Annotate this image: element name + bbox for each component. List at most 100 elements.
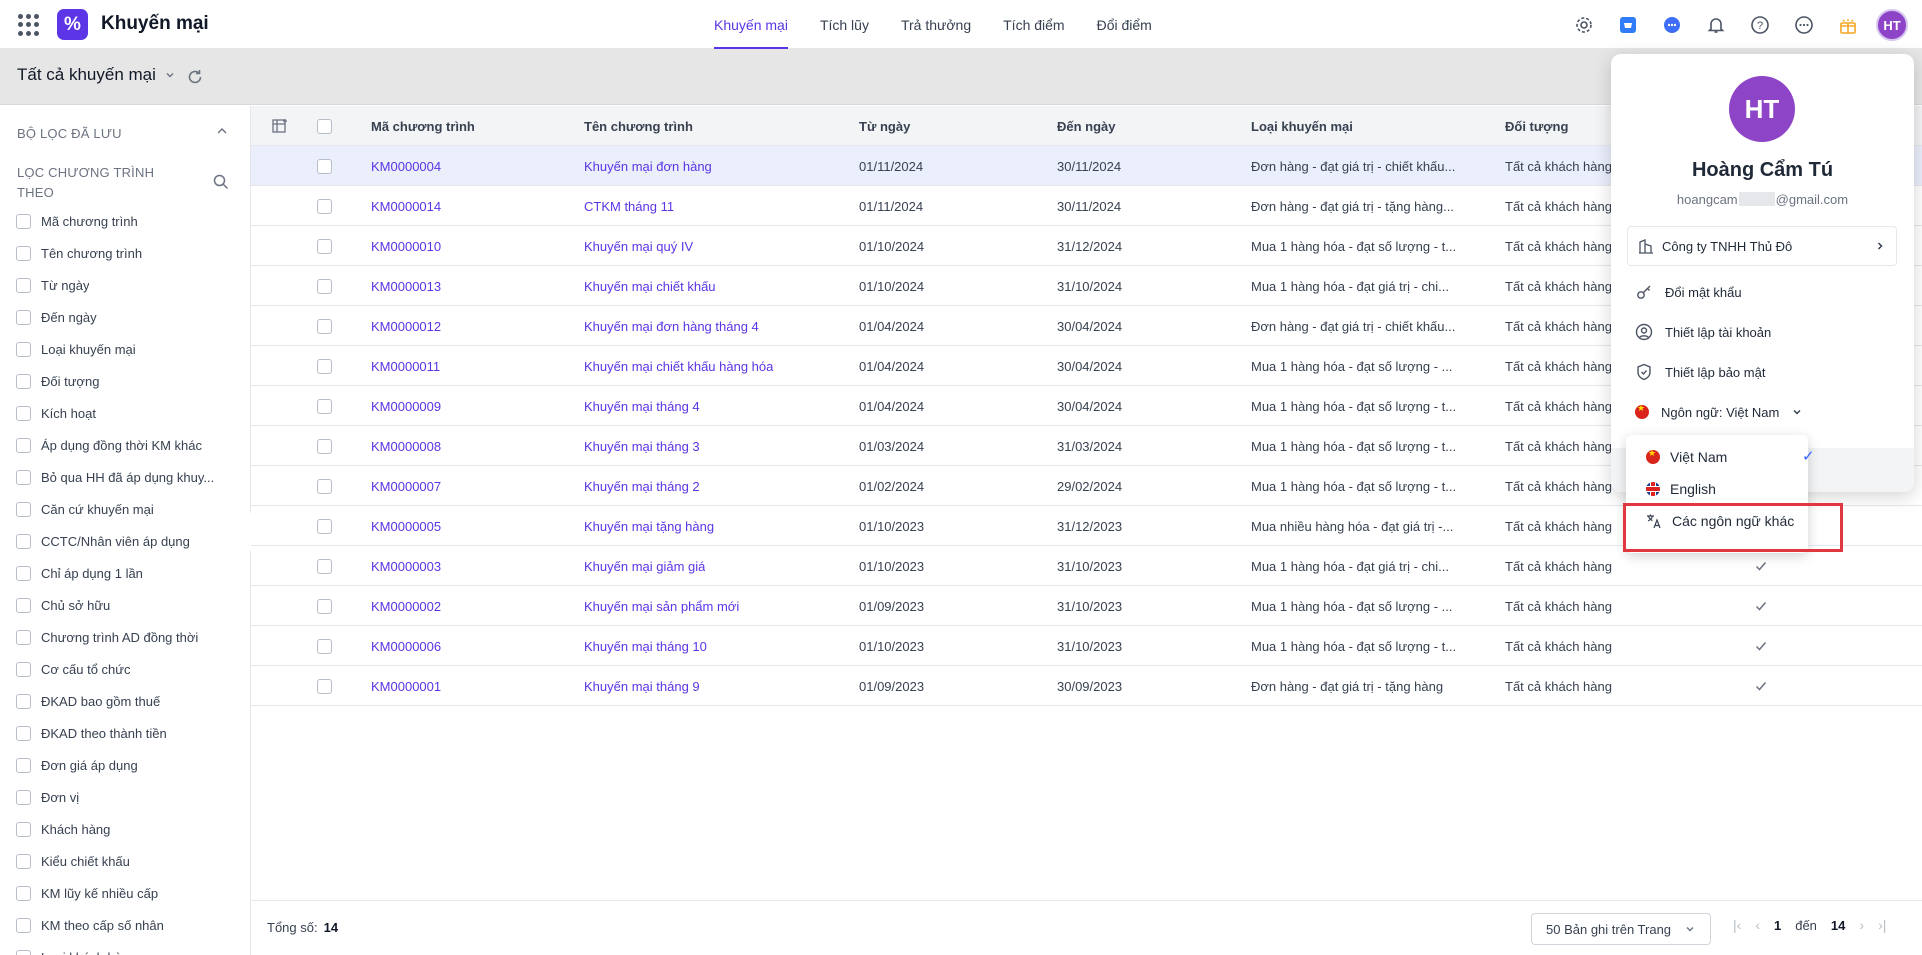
filter-field-item[interactable]: Đối tượng — [16, 365, 246, 397]
column-header-target[interactable]: Đối tượng — [1505, 106, 1568, 146]
language-selector[interactable]: Ngôn ngữ: Việt Nam — [1635, 392, 1895, 432]
cell-code[interactable]: KM0000011 — [371, 346, 440, 386]
filter-field-item[interactable]: Cơ cấu tổ chức — [16, 653, 246, 685]
cell-code[interactable]: KM0000007 — [371, 466, 441, 506]
filter-checkbox[interactable] — [16, 789, 31, 805]
filter-checkbox[interactable] — [16, 853, 31, 869]
row-checkbox[interactable] — [317, 506, 332, 546]
tab-tich-luy[interactable]: Tích lũy — [804, 0, 885, 49]
app-grid-icon[interactable] — [18, 14, 40, 36]
tab-tich-diem[interactable]: Tích điểm — [987, 0, 1080, 49]
filter-field-item[interactable]: Chỉ áp dụng 1 lần — [16, 557, 246, 589]
help-icon[interactable]: ? — [1744, 9, 1776, 41]
filter-checkbox[interactable] — [16, 469, 31, 485]
cell-name[interactable]: Khuyến mại giảm giá — [584, 546, 705, 586]
column-header-name[interactable]: Tên chương trình — [584, 106, 693, 146]
last-page-icon[interactable]: ›| — [1878, 917, 1886, 933]
filter-checkbox[interactable] — [16, 213, 31, 229]
filter-checkbox[interactable] — [16, 917, 31, 933]
chat-icon[interactable] — [1656, 9, 1688, 41]
cell-name[interactable]: Khuyến mại chiết khấu hàng hóa — [584, 346, 773, 386]
refresh-icon[interactable] — [185, 67, 205, 87]
table-row[interactable]: KM0000001 Khuyến mại tháng 9 01/09/2023 30/… — [251, 666, 1922, 706]
cell-code[interactable]: KM0000014 — [371, 186, 441, 226]
view-selector[interactable]: Tất cả khuyến mại — [17, 65, 176, 85]
column-header-type[interactable]: Loại khuyến mại — [1251, 106, 1353, 146]
cell-name[interactable]: Khuyến mại tháng 10 — [584, 626, 707, 666]
filter-checkbox[interactable] — [16, 821, 31, 837]
change-password-item[interactable]: Đổi mật khẩu — [1635, 272, 1895, 312]
filter-field-item[interactable]: Khách hàng — [16, 813, 246, 845]
filter-checkbox[interactable] — [16, 341, 31, 357]
cell-code[interactable]: KM0000012 — [371, 306, 441, 346]
cell-name[interactable]: Khuyến mại tháng 3 — [584, 426, 700, 466]
row-checkbox[interactable] — [317, 546, 332, 586]
filter-field-item[interactable]: Tên chương trình — [16, 237, 246, 269]
filter-field-item[interactable]: Đơn giá áp dụng — [16, 749, 246, 781]
cell-name[interactable]: Khuyến mại đơn hàng — [584, 146, 712, 186]
filter-checkbox[interactable] — [16, 693, 31, 709]
table-row[interactable]: KM0000002 Khuyến mại sản phẩm mới 01/09/20… — [251, 586, 1922, 626]
filter-checkbox[interactable] — [16, 949, 31, 955]
row-checkbox[interactable] — [317, 626, 332, 666]
column-header-from-date[interactable]: Từ ngày — [859, 106, 910, 146]
filter-checkbox[interactable] — [16, 565, 31, 581]
filter-checkbox[interactable] — [16, 373, 31, 389]
row-checkbox[interactable] — [317, 226, 332, 266]
filter-field-item[interactable]: Kích hoạt — [16, 397, 246, 429]
filter-field-item[interactable]: KM lũy kế nhiều cấp — [16, 877, 246, 909]
row-checkbox[interactable] — [317, 466, 332, 506]
filter-checkbox[interactable] — [16, 757, 31, 773]
filter-checkbox[interactable] — [16, 885, 31, 901]
cell-code[interactable]: KM0000008 — [371, 426, 441, 466]
cell-name[interactable]: Khuyến mại đơn hàng tháng 4 — [584, 306, 759, 346]
filter-field-item[interactable]: Áp dụng đồng thời KM khác — [16, 429, 246, 461]
bell-icon[interactable] — [1700, 9, 1732, 41]
filter-field-item[interactable]: Đơn vị — [16, 781, 246, 813]
more-icon[interactable] — [1788, 9, 1820, 41]
filter-field-item[interactable]: Căn cứ khuyến mại — [16, 493, 246, 525]
column-header-to-date[interactable]: Đến ngày — [1057, 106, 1116, 146]
cell-code[interactable]: KM0000005 — [371, 506, 441, 546]
filter-field-item[interactable]: Loại khuyến mại — [16, 333, 246, 365]
filter-checkbox[interactable] — [16, 661, 31, 677]
language-option-vietnam[interactable]: Việt Nam ✓ — [1626, 441, 1815, 473]
cell-code[interactable]: KM0000010 — [371, 226, 441, 266]
cell-name[interactable]: Khuyến mại tháng 2 — [584, 466, 700, 506]
filter-checkbox[interactable] — [16, 405, 31, 421]
next-page-icon[interactable]: › — [1859, 917, 1864, 933]
filter-field-item[interactable]: KM theo cấp số nhân — [16, 909, 246, 941]
filter-field-item[interactable]: Kiểu chiết khấu — [16, 845, 246, 877]
filter-field-item[interactable]: Mã chương trình — [16, 205, 246, 237]
cell-code[interactable]: KM0000001 — [371, 666, 441, 706]
cell-code[interactable]: KM0000002 — [371, 586, 441, 626]
language-option-english[interactable]: English — [1626, 473, 1808, 505]
column-header-code[interactable]: Mã chương trình — [371, 106, 475, 146]
filter-checkbox[interactable] — [16, 533, 31, 549]
row-checkbox[interactable] — [317, 146, 332, 186]
cell-name[interactable]: Khuyến mại quý IV — [584, 226, 693, 266]
page-size-select[interactable]: 50 Bản ghi trên Trang — [1531, 913, 1711, 945]
cell-name[interactable]: Khuyến mại sản phẩm mới — [584, 586, 739, 626]
select-all-checkbox[interactable] — [317, 106, 332, 146]
company-selector[interactable]: Công ty TNHH Thủ Đô — [1627, 226, 1897, 266]
filter-field-item[interactable]: Chương trình AD đồng thời — [16, 621, 246, 653]
cell-code[interactable]: KM0000009 — [371, 386, 441, 426]
account-settings-item[interactable]: Thiết lập tài khoản — [1635, 312, 1895, 352]
cell-code[interactable]: KM0000004 — [371, 146, 441, 186]
tab-doi-diem[interactable]: Đổi điểm — [1081, 0, 1168, 49]
cell-name[interactable]: Khuyến mại tháng 4 — [584, 386, 700, 426]
row-checkbox[interactable] — [317, 186, 332, 226]
filter-field-item[interactable]: Đến ngày — [16, 301, 246, 333]
filter-checkbox[interactable] — [16, 597, 31, 613]
gear-icon[interactable] — [1568, 9, 1600, 41]
filter-field-item[interactable]: CCTC/Nhân viên áp dụng — [16, 525, 246, 557]
cell-name[interactable]: CTKM tháng 11 — [584, 186, 674, 226]
cell-code[interactable]: KM0000006 — [371, 626, 441, 666]
chevron-up-icon[interactable] — [214, 123, 230, 139]
row-checkbox[interactable] — [317, 346, 332, 386]
cell-code[interactable]: KM0000013 — [371, 266, 441, 306]
filter-field-item[interactable]: ĐKAD bao gồm thuế — [16, 685, 246, 717]
table-row[interactable]: KM0000006 Khuyến mại tháng 10 01/10/2023 31… — [251, 626, 1922, 666]
first-page-icon[interactable]: |‹ — [1733, 917, 1741, 933]
